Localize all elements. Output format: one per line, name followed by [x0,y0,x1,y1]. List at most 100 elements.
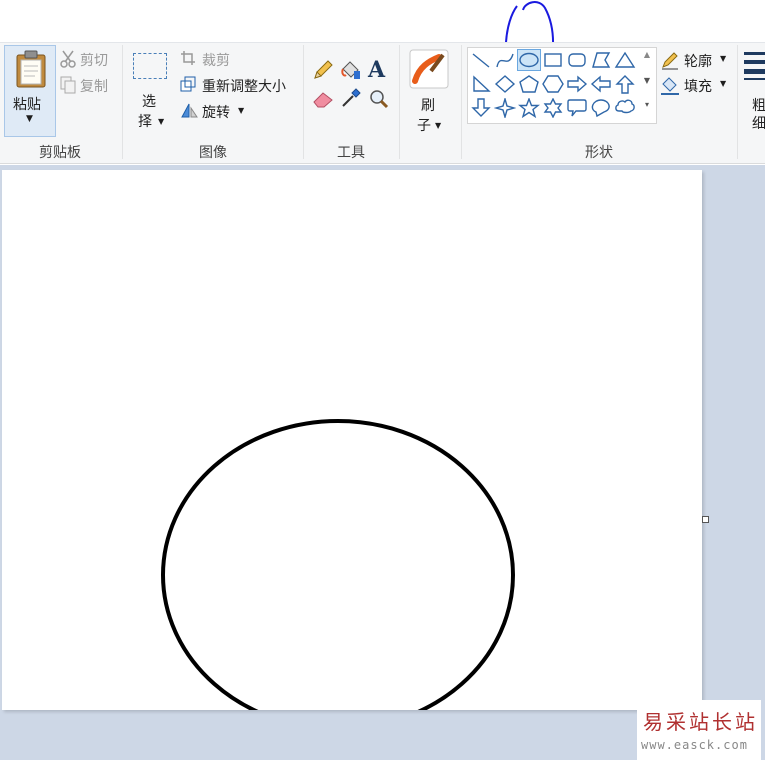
fill-label: 填充 [684,79,712,95]
hexagon-icon [542,75,564,93]
oval-callout-icon [591,99,610,118]
crop-label: 裁剪 [202,53,230,69]
brushes-button[interactable]: 刷 子 ▼ [404,47,454,135]
shape-pentagon[interactable] [518,74,540,94]
shapes-scroll-up[interactable]: ▲ [640,50,654,72]
paste-label: 粘贴 [13,97,41,113]
chevron-down-icon: ▼ [26,114,33,124]
shape-rounded-rectangle[interactable] [566,50,588,70]
polygon-icon [592,52,611,68]
paste-button[interactable]: 粘贴 ▼ [4,45,56,137]
group-divider [737,45,738,159]
fill-bucket-icon[interactable] [339,59,363,81]
watermark: 易采站长站 www.easck.com [637,700,761,760]
shapes-gallery: ▲ ▼ ▾ [467,47,657,124]
four-point-star-icon [493,96,517,120]
triangle-icon [614,51,636,68]
shape-rounded-callout[interactable] [566,98,588,118]
chevron-down-icon: ▼ [238,106,245,115]
tools-group-label: 工具 [337,145,365,161]
shape-five-point-star[interactable] [518,97,540,119]
scissors-icon [60,50,76,68]
diamond-icon [494,75,516,93]
size-label-line1: 粗 [752,98,765,114]
size-label-line2: 细 [752,116,765,132]
up-arrow-icon [615,75,635,94]
resize-button[interactable]: 重新调整大小 [180,74,296,96]
group-divider [399,45,400,159]
group-divider [122,45,123,159]
rotate-label: 旋转 [202,105,230,121]
curve-icon [496,53,514,68]
drawing-canvas[interactable] [2,170,702,710]
shape-right-triangle[interactable] [470,74,492,94]
color-picker-icon[interactable] [340,87,362,109]
resize-icon [180,76,196,92]
shape-right-arrow[interactable] [566,74,588,94]
chevron-down-icon: ▼ [720,54,727,63]
clipboard-icon [16,50,46,88]
cut-button[interactable]: 剪切 [60,48,116,70]
pentagon-icon [519,75,539,93]
image-group-label: 图像 [199,145,227,161]
watermark-title: 易采站长站 [643,710,758,734]
line-icon [472,53,490,68]
shape-polygon[interactable] [590,50,612,70]
shape-six-point-star[interactable] [542,97,564,119]
fill-button[interactable]: 填充 ▼ [660,74,732,96]
rounded-callout-icon [567,99,587,117]
left-arrow-icon [590,75,611,93]
shapes-group-label: 形状 [585,145,613,161]
pencil-icon[interactable] [312,59,334,81]
brush-icon [409,49,449,89]
shape-left-arrow[interactable] [590,74,612,94]
shape-diamond[interactable] [494,74,516,94]
rotate-icon [181,103,198,118]
crop-button[interactable]: 裁剪 [180,48,240,70]
shape-curve[interactable] [494,50,516,70]
text-tool-icon[interactable]: A [368,57,385,83]
brushes-label-line2: 子 [417,118,431,134]
shape-oval[interactable] [517,49,541,71]
copy-button[interactable]: 复制 [60,74,116,96]
shape-down-arrow[interactable] [470,98,492,118]
magnifier-icon[interactable] [368,88,390,110]
chevron-down-icon: ▼ [435,121,442,130]
cloud-callout-icon [615,99,635,114]
shape-four-point-star[interactable] [493,96,517,120]
rectangle-icon [544,53,562,67]
right-arrow-icon [567,75,588,93]
brushes-label-line1: 刷 [421,98,435,114]
size-button[interactable]: 粗 细 [742,47,765,135]
right-triangle-icon [473,75,491,92]
eraser-icon[interactable] [312,89,334,109]
oval-icon [519,52,539,68]
canvas-workspace [0,165,765,760]
ribbon: 粘贴 ▼ 剪切 复制 剪贴板 选 择 ▼ 裁剪 重新调整大小 旋转 ▼ 图像 A… [0,42,765,164]
drawn-oval [161,419,515,710]
five-point-star-icon [518,97,540,119]
shape-oval-callout[interactable] [590,98,612,118]
shape-triangle[interactable] [614,50,636,70]
chevron-down-icon: ▼ [158,117,165,126]
watermark-url: www.easck.com [641,738,748,752]
shape-rectangle[interactable] [542,50,564,70]
shapes-expand[interactable]: ▾ [640,100,654,122]
outline-button[interactable]: 轮廓 ▼ [660,49,732,71]
rotate-button[interactable]: 旋转 ▼ [180,100,250,122]
shapes-scroll-down[interactable]: ▼ [640,76,654,98]
six-point-star-icon [543,97,563,119]
shape-up-arrow[interactable] [614,74,636,94]
select-button[interactable]: 选 择 ▼ [128,47,172,135]
shape-hexagon[interactable] [542,74,564,94]
shape-line[interactable] [470,50,492,70]
resize-label: 重新调整大小 [202,79,286,95]
fill-icon [661,77,679,95]
canvas-resize-handle[interactable] [702,516,709,523]
down-arrow-icon [471,98,491,117]
shape-cloud-callout[interactable] [614,98,636,118]
line-width-icon [744,52,765,80]
select-label-line2: 择 [138,114,152,130]
rounded-rectangle-icon [568,53,586,67]
copy-icon [60,76,76,94]
